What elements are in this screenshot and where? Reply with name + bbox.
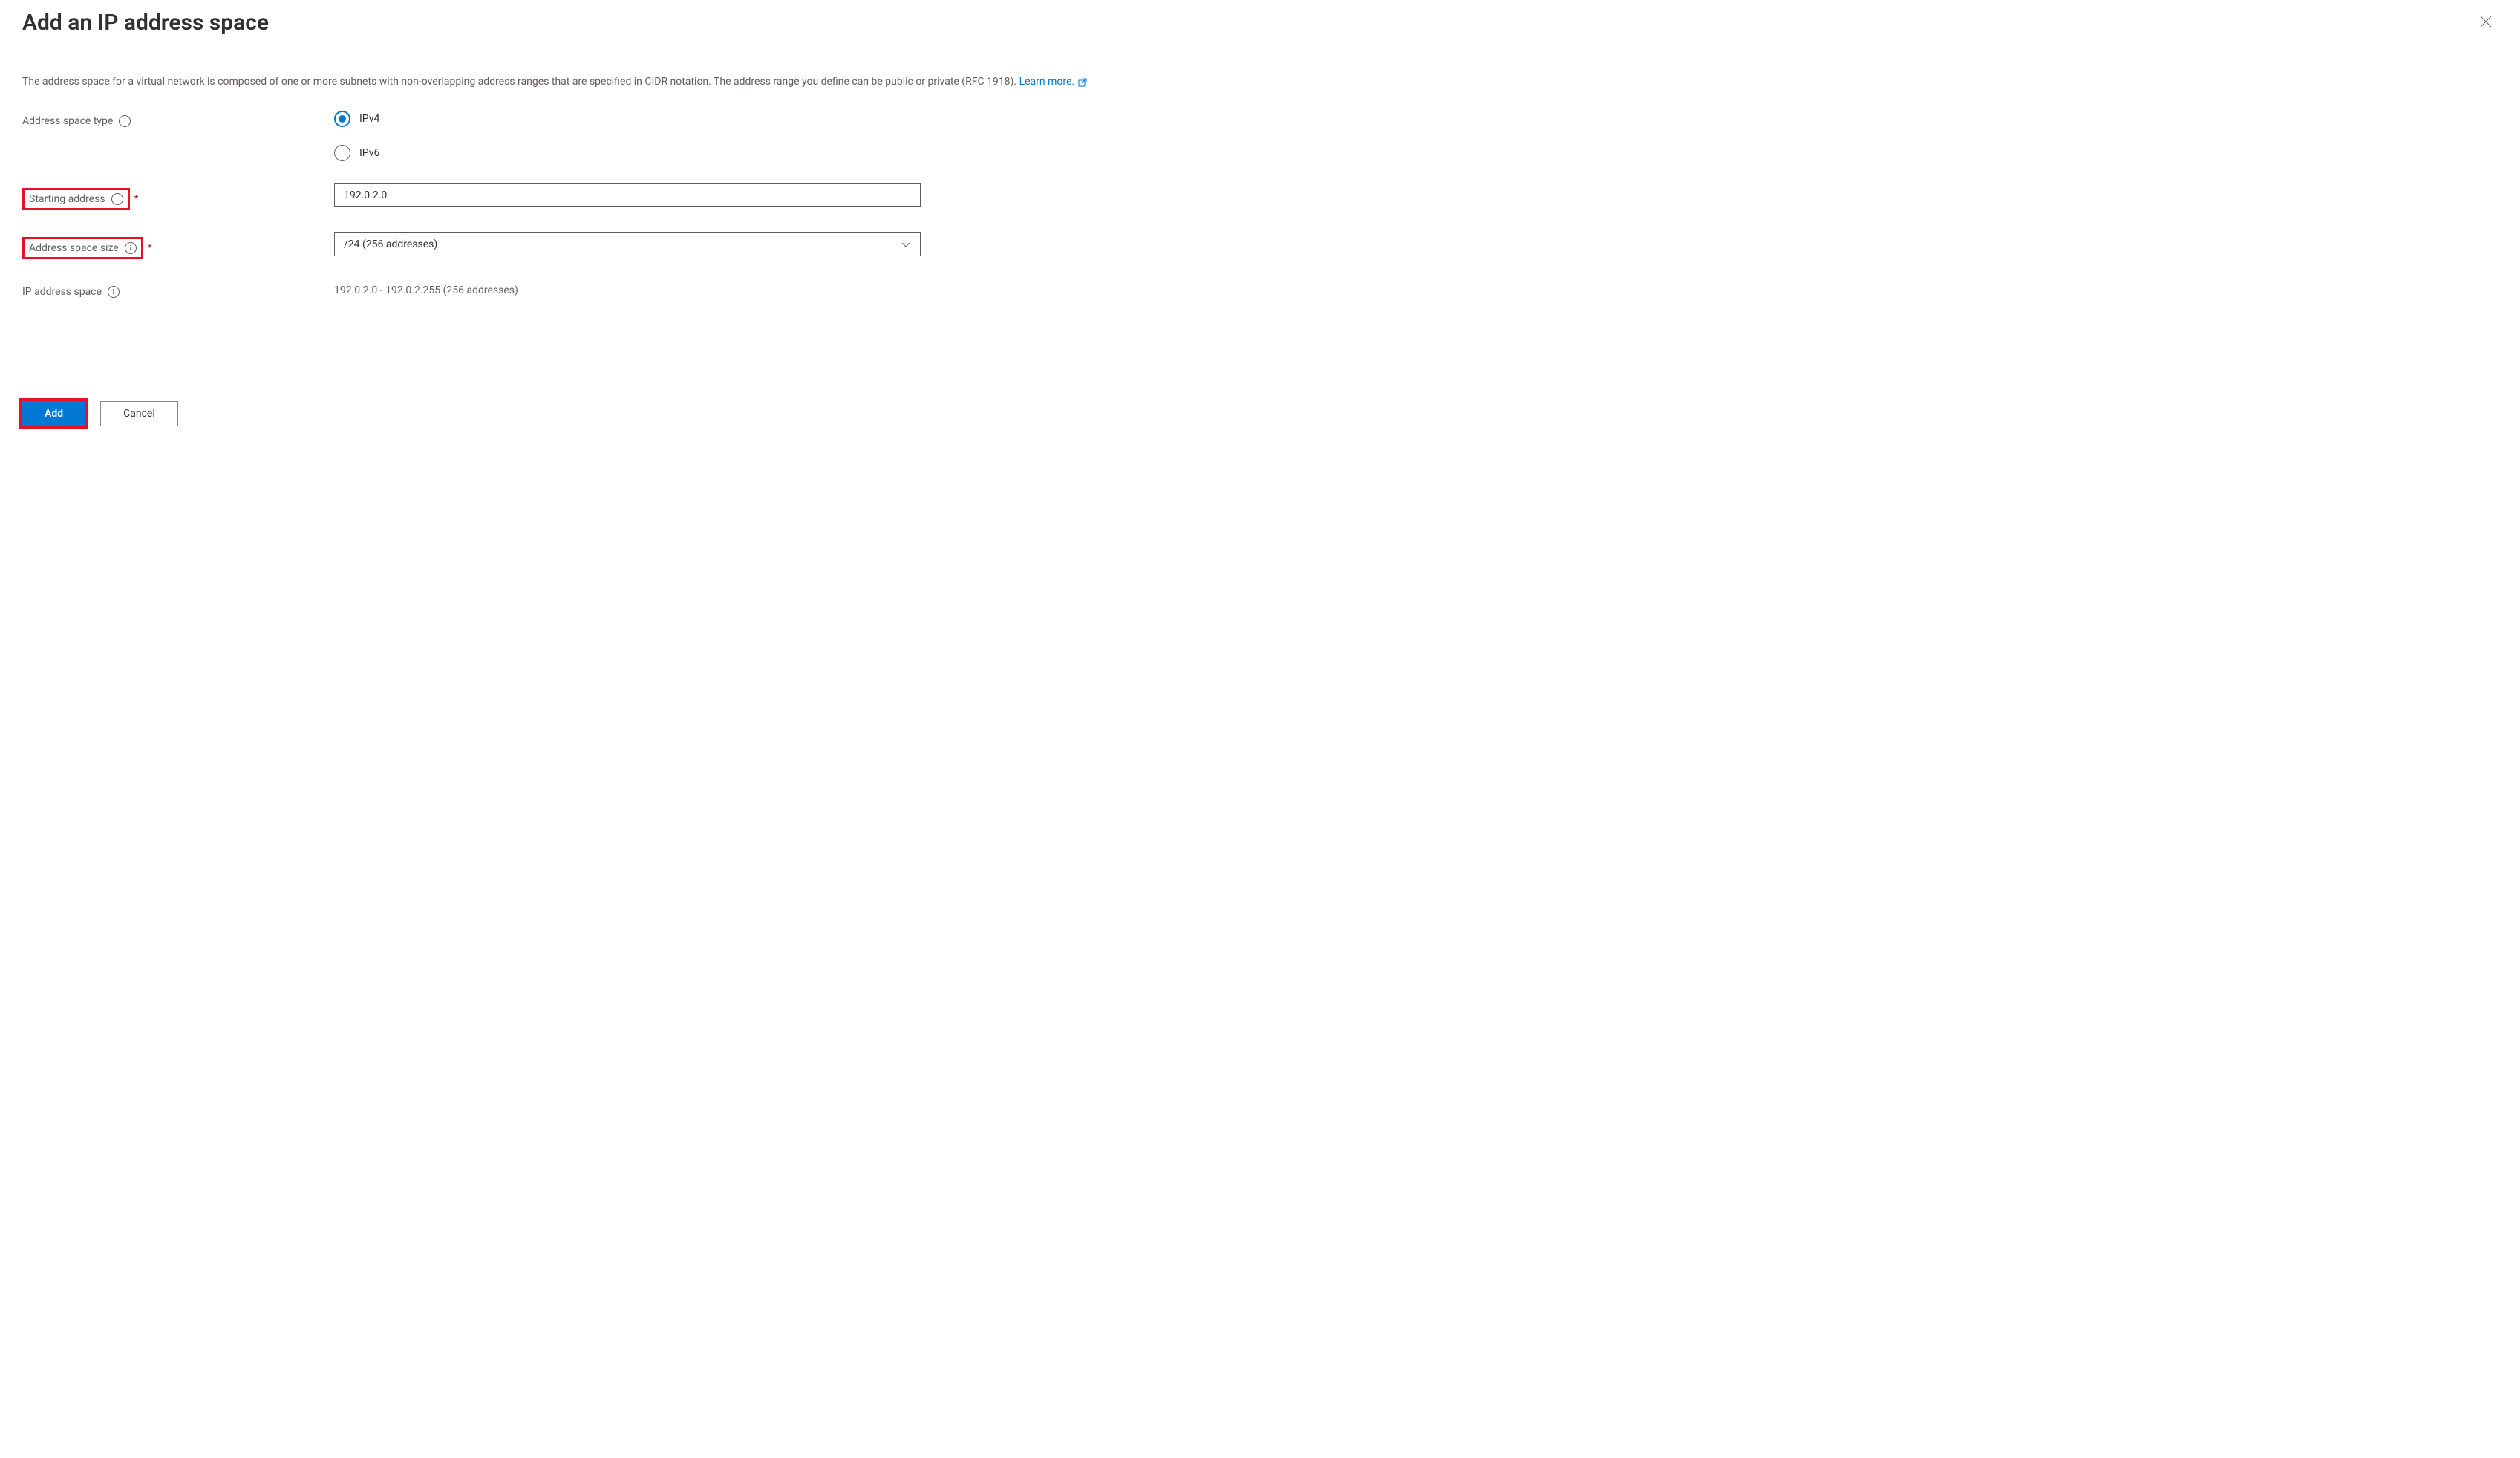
pane-header: Add an IP address space bbox=[22, 7, 2498, 37]
address-space-type-radiogroup: IPv4 IPv6 bbox=[334, 111, 921, 161]
label-address-space-size: Address space size bbox=[29, 242, 119, 254]
info-icon[interactable]: i bbox=[111, 193, 123, 205]
radio-button-icon bbox=[334, 145, 350, 161]
starting-address-input[interactable] bbox=[334, 183, 921, 207]
external-link-icon bbox=[1076, 77, 1087, 87]
label-ip-address-space: IP address space bbox=[22, 286, 102, 298]
add-button[interactable]: Add bbox=[22, 401, 85, 426]
label-starting-address: Starting address bbox=[29, 193, 105, 205]
radio-ipv6-label: IPv6 bbox=[359, 147, 379, 159]
required-indicator: * bbox=[148, 242, 152, 254]
info-icon[interactable]: i bbox=[119, 115, 131, 127]
info-icon[interactable]: i bbox=[125, 242, 137, 254]
highlighted-label: Starting address i bbox=[22, 188, 130, 210]
info-icon[interactable]: i bbox=[108, 286, 120, 298]
radio-ipv4[interactable]: IPv4 bbox=[334, 111, 921, 127]
required-indicator: * bbox=[134, 193, 139, 205]
page-title: Add an IP address space bbox=[22, 10, 269, 36]
row-address-space-size: Address space size i * /24 (256 addresse… bbox=[22, 232, 2498, 259]
description-text: The address space for a virtual network … bbox=[22, 74, 2498, 90]
footer-actions: Add Cancel bbox=[22, 380, 2498, 426]
learn-more-link[interactable]: Learn more. bbox=[1019, 76, 1088, 88]
description-body: The address space for a virtual network … bbox=[22, 76, 1019, 88]
row-address-space-type: Address space type i IPv4 IPv6 bbox=[22, 111, 2498, 161]
radio-button-icon bbox=[334, 111, 350, 127]
ip-address-space-value: 192.0.2.0 - 192.0.2.255 (256 addresses) bbox=[334, 281, 921, 296]
highlighted-label: Address space size i bbox=[22, 237, 143, 259]
chevron-down-icon bbox=[901, 239, 911, 250]
address-space-size-select[interactable]: /24 (256 addresses) bbox=[334, 232, 921, 256]
select-value: /24 (256 addresses) bbox=[344, 238, 437, 250]
radio-ipv4-label: IPv4 bbox=[359, 113, 379, 125]
cancel-button[interactable]: Cancel bbox=[100, 401, 178, 426]
row-ip-address-space: IP address space i 192.0.2.0 - 192.0.2.2… bbox=[22, 281, 2498, 298]
label-address-space-type: Address space type bbox=[22, 115, 113, 127]
radio-ipv6[interactable]: IPv6 bbox=[334, 145, 921, 161]
row-starting-address: Starting address i * bbox=[22, 183, 2498, 210]
close-icon[interactable] bbox=[2474, 7, 2498, 37]
